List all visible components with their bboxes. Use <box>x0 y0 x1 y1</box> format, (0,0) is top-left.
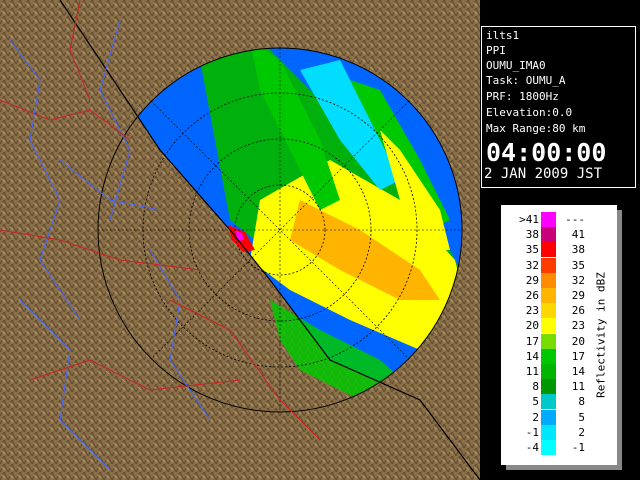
legend-high-value: 17 <box>571 349 585 363</box>
legend-low-value: 26 <box>525 289 539 302</box>
info-panel: ilts1 PPI OUMU_IMA0 Task: OUMU_A PRF: 18… <box>481 26 636 188</box>
legend-high-value: 2 <box>578 425 585 439</box>
legend-color-swatch <box>541 242 556 258</box>
legend-color-swatch <box>541 333 556 349</box>
legend-high-value: 23 <box>571 319 585 333</box>
legend-row: -4 -1 <box>501 440 617 455</box>
legend-color-swatch <box>541 364 556 379</box>
legend-color-swatch <box>541 288 556 303</box>
legend-high-value: 20 <box>571 334 585 348</box>
observation-time: 04:00:00 <box>486 138 607 167</box>
legend-low-value: 8 <box>532 380 539 394</box>
legend-row: 32 35 <box>501 257 617 273</box>
task-name: Task: OUMU_A <box>486 74 566 87</box>
legend-row: >41 --- <box>501 212 617 227</box>
legend-low-value: -1 <box>525 425 539 439</box>
legend-high-value: 8 <box>578 395 585 409</box>
legend-high-value: 41 <box>571 228 585 242</box>
legend-low-value: 17 <box>525 334 539 348</box>
legend-low-value: 38 <box>525 228 539 242</box>
legend-color-swatch <box>541 227 556 243</box>
legend-high-value: 14 <box>571 365 585 378</box>
legend-low-value: 32 <box>525 258 539 272</box>
legend-color-swatch <box>541 440 556 455</box>
reflectivity-legend: >41 --- 38 41 35 38 32 35 29 32 26 29 23 26 20 23 17 20 14… <box>501 205 617 465</box>
product-type: PPI <box>486 44 506 57</box>
elevation-value: Elevation:0.0 <box>486 106 573 119</box>
legend-low-value: -4 <box>525 441 539 454</box>
legend-color-swatch <box>541 318 556 334</box>
legend-low-value: 5 <box>532 395 539 409</box>
legend-color-swatch <box>541 409 556 425</box>
legend-color-swatch <box>541 348 556 364</box>
legend-high-value: 32 <box>571 273 585 287</box>
legend-low-value: 14 <box>525 349 539 363</box>
legend-high-value: 29 <box>571 289 585 302</box>
legend-low-value: 35 <box>525 243 539 257</box>
legend-high-value: 11 <box>571 380 585 394</box>
legend-row: 38 41 <box>501 227 617 243</box>
legend-low-value: 11 <box>525 365 539 378</box>
legend-low-value: >41 <box>519 213 539 226</box>
observation-date: 2 JAN 2009 JST <box>484 166 603 182</box>
max-range-value: Max Range:80 km <box>486 122 586 135</box>
legend-color-swatch <box>541 379 556 395</box>
legend-color-swatch <box>541 424 556 440</box>
legend-color-swatch <box>541 272 556 288</box>
legend-high-value: 38 <box>571 243 585 257</box>
legend-color-swatch <box>541 212 556 227</box>
legend-color-swatch <box>541 257 556 273</box>
legend-high-value: 35 <box>571 258 585 272</box>
legend-color-swatch <box>541 303 556 319</box>
site-name: OUMU_IMA0 <box>486 59 546 72</box>
legend-low-value: 2 <box>532 410 539 424</box>
legend-low-value: 23 <box>525 304 539 318</box>
legend-row: 25 <box>501 409 617 425</box>
legend-low-value: 20 <box>525 319 539 333</box>
legend-high-value: --- <box>565 213 585 226</box>
legend-high-value: -1 <box>571 441 585 454</box>
legend-high-value: 26 <box>571 304 585 318</box>
legend-color-swatch <box>541 394 556 410</box>
legend-unit-label: Reflectivity in dBZ <box>594 272 608 398</box>
legend-row: -1 2 <box>501 424 617 440</box>
legend-low-value: 29 <box>525 273 539 287</box>
legend-high-value: 5 <box>578 410 585 424</box>
radar-name: ilts1 <box>486 29 520 42</box>
radar-ppi-map[interactable] <box>0 0 480 480</box>
prf-value: PRF: 1800Hz <box>486 90 559 103</box>
legend-row: 35 38 <box>501 242 617 258</box>
